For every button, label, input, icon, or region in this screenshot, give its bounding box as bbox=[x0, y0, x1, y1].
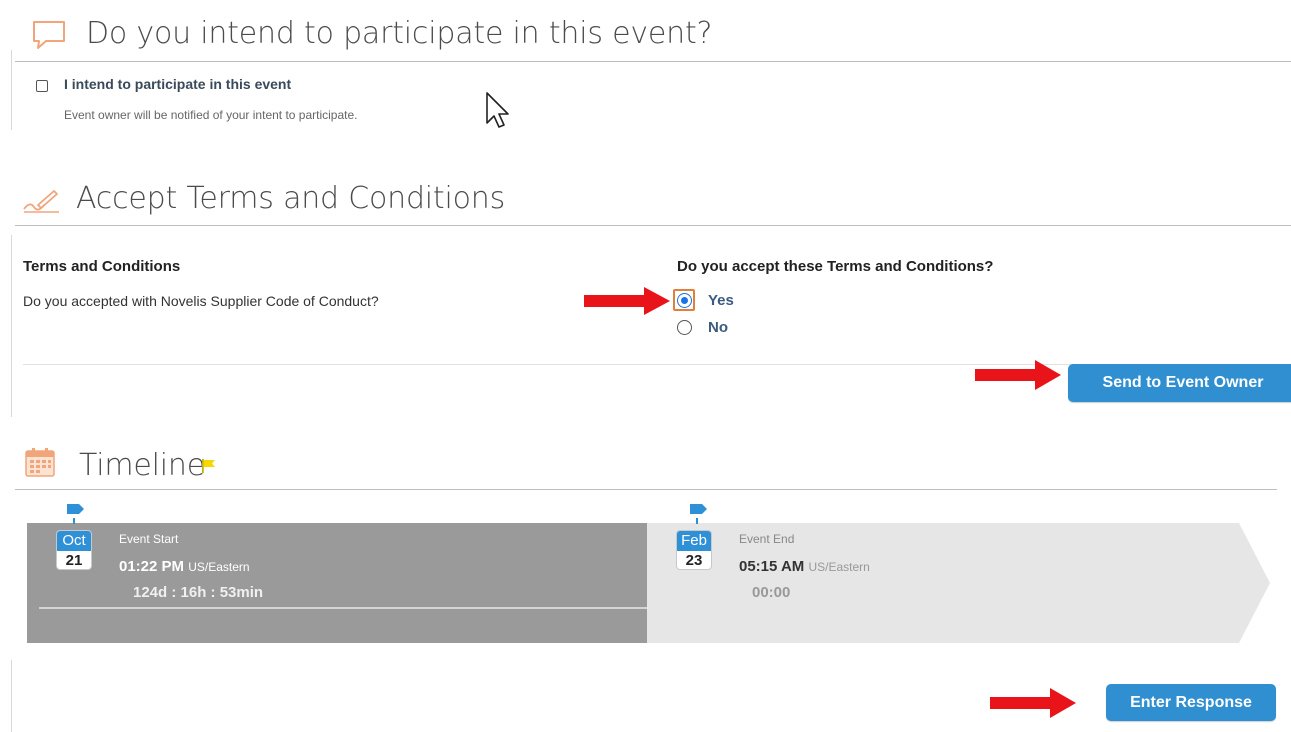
flag-icon bbox=[201, 458, 217, 474]
terms-question-header: Do you accept these Terms and Conditions… bbox=[677, 258, 994, 275]
speech-bubble-icon bbox=[31, 19, 67, 51]
signature-pen-icon bbox=[22, 188, 60, 214]
left-rule bbox=[11, 660, 12, 732]
radio-yes-label[interactable]: Yes bbox=[708, 292, 734, 309]
event-start-timezone: US/Eastern bbox=[188, 560, 250, 574]
event-end-label: Event End bbox=[739, 532, 795, 546]
end-date-calendar: Feb 23 bbox=[676, 530, 712, 570]
enter-response-button[interactable]: Enter Response bbox=[1106, 684, 1276, 721]
event-start-time-value: 01:22 PM bbox=[119, 558, 185, 575]
red-arrow-icon bbox=[975, 360, 1061, 390]
radio-no-label[interactable]: No bbox=[708, 319, 728, 336]
participate-checkbox[interactable] bbox=[36, 80, 48, 92]
left-rule bbox=[11, 50, 12, 130]
event-end-time-value: 05:15 AM bbox=[739, 558, 805, 575]
calendar-icon bbox=[25, 447, 55, 477]
red-arrow-icon bbox=[584, 287, 670, 315]
radio-no[interactable] bbox=[677, 320, 692, 335]
section-divider bbox=[15, 61, 1291, 62]
event-end-time: 05:15 AM US/Eastern bbox=[739, 558, 870, 575]
participate-note: Event owner will be notified of your int… bbox=[64, 108, 358, 122]
start-day: 21 bbox=[65, 552, 83, 569]
terms-item-text: Do you accepted with Novelis Supplier Co… bbox=[23, 293, 379, 309]
mouse-cursor-icon bbox=[485, 91, 511, 129]
event-start-time: 01:22 PM US/Eastern bbox=[119, 558, 250, 575]
left-rule bbox=[11, 235, 12, 417]
event-end-countdown: 00:00 bbox=[752, 584, 791, 601]
event-end-timezone: US/Eastern bbox=[808, 560, 870, 574]
timeline-title: Timeline bbox=[79, 448, 205, 483]
end-month: Feb bbox=[677, 531, 711, 551]
start-month: Oct bbox=[57, 531, 91, 551]
terms-title: Accept Terms and Conditions bbox=[76, 181, 506, 216]
participate-checkbox-label[interactable]: I intend to participate in this event bbox=[64, 76, 291, 92]
red-arrow-icon bbox=[990, 688, 1076, 718]
end-day: 23 bbox=[685, 552, 703, 569]
section-divider bbox=[15, 225, 1291, 226]
terms-column-header: Terms and Conditions bbox=[23, 258, 181, 275]
event-start-countdown: 124d : 16h : 53min bbox=[133, 584, 264, 601]
start-date-calendar: Oct 21 bbox=[56, 530, 92, 570]
event-start-label: Event Start bbox=[119, 532, 179, 546]
section-divider bbox=[15, 489, 1277, 490]
participate-title: Do you intend to participate in this eve… bbox=[86, 16, 713, 51]
radio-yes[interactable] bbox=[677, 293, 692, 308]
send-to-event-owner-button[interactable]: Send to Event Owner bbox=[1068, 364, 1291, 402]
